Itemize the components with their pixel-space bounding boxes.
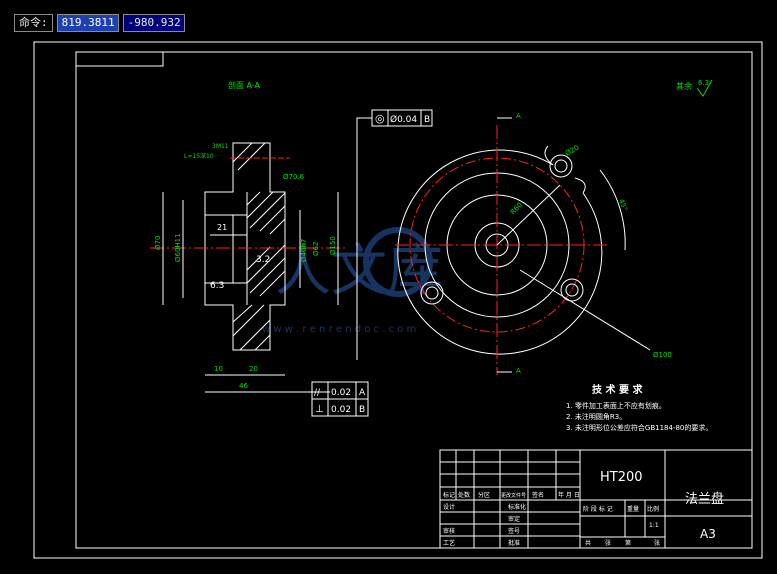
stage-label-1: 重量 xyxy=(627,505,639,513)
stage-label-0: 阶 段 标 记 xyxy=(583,505,613,513)
tb-mid-label-2: 签号 xyxy=(508,527,520,535)
tb-row1-label-3: 更改文件号 xyxy=(501,492,526,499)
dim-d40: Ø40h7 xyxy=(300,239,308,262)
watermark: 人文库 w w w . r e n r e n d o c . c o m xyxy=(262,227,443,335)
stage-label-2: 比例 xyxy=(647,505,659,513)
dim-10: 10 xyxy=(214,365,223,373)
dim-d150: Ø150 xyxy=(329,236,337,255)
tech-req-title: 技 术 要 求 xyxy=(592,383,643,396)
tb-row1-label-2: 分区 xyxy=(478,491,490,499)
dim-20: 20 xyxy=(249,365,258,373)
dim-thread: 3M11 xyxy=(212,143,229,150)
section-mark-top: A xyxy=(516,112,521,120)
dim-d70-6: Ø70.6 xyxy=(283,173,305,181)
parallelism-symbol: // xyxy=(314,388,321,398)
tech-req-item-1: 1. 零件加工表面上不应有划痕。 xyxy=(566,401,666,410)
concentricity-datum: B xyxy=(424,115,430,125)
scale-value: 1:1 xyxy=(649,522,659,529)
tb-row1-label-1: 处数 xyxy=(458,491,470,499)
dim-46: 46 xyxy=(239,382,248,390)
tb-row1-label-5: 年 月 日 xyxy=(558,491,580,499)
tb-row1-label-4: 签名 xyxy=(532,491,544,499)
y-coordinate-field[interactable]: -980.932 xyxy=(122,14,185,32)
concentricity-value: Ø0.04 xyxy=(390,114,417,125)
watermark-url: w w w . r e n r e n d o c . c o m xyxy=(262,324,416,335)
dim-6-3: 6.3 xyxy=(210,281,224,291)
sheet-row-1: 张 xyxy=(605,539,611,547)
tb-mid-label-1: 审定 xyxy=(508,515,520,523)
dim-r20: Ø20 xyxy=(564,144,580,158)
roughness-note: 其余 xyxy=(676,81,692,91)
dim-d70: Ø70 xyxy=(154,236,162,250)
roughness-value: 6.3 xyxy=(698,79,709,87)
sheet-size: A3 xyxy=(700,527,716,541)
section-mark-bottom: A xyxy=(516,367,521,375)
tb-left-label-0: 设计 xyxy=(443,503,455,511)
tech-req-item-3: 3. 未注明形位公差应符合GB1184-80的要求。 xyxy=(566,423,712,432)
part-name: 法兰盘 xyxy=(685,491,724,507)
dim-angle: 45° xyxy=(617,198,629,212)
tb-row1-label-0: 标记 xyxy=(443,491,455,499)
parallelism-datum: A xyxy=(359,388,366,398)
perpendicularity-symbol: ⊥ xyxy=(315,404,324,415)
perpendicularity-datum: B xyxy=(359,405,365,415)
dim-r60: R60 xyxy=(509,201,524,216)
dim-thread-depth: L=15深10 xyxy=(184,152,214,160)
command-bar: 命令: 819.3811 -980.932 xyxy=(14,14,185,32)
dim-d60h: Ø60H11 xyxy=(174,233,182,262)
section-title: 剖面 A-A xyxy=(228,80,261,90)
tb-left-label-1: 审核 xyxy=(443,527,455,535)
concentricity-symbol: ◎ xyxy=(375,112,385,125)
tb-mid-label-0: 标准化 xyxy=(508,503,526,511)
tech-req-item-2: 2. 未注明圆角R3。 xyxy=(566,412,626,421)
dim-3-2: 3.2 xyxy=(256,255,270,265)
x-coordinate-field[interactable]: 819.3811 xyxy=(56,14,119,32)
top-left-code-box xyxy=(75,51,164,67)
dim-r100: Ø100 xyxy=(653,351,672,359)
perpendicularity-value: 0.02 xyxy=(331,405,351,415)
dim-21: 21 xyxy=(217,223,227,232)
dim-d62: Ø62 xyxy=(312,242,320,256)
material: HT200 xyxy=(600,470,643,485)
drawing-canvas[interactable]: 人文库 w w w . r e n r e n d o c . c o m 剖面… xyxy=(0,0,777,574)
command-prompt-label: 命令: xyxy=(14,14,53,32)
sheet-row-2: 第 xyxy=(625,539,631,547)
tb-mid-label-3: 批准 xyxy=(508,539,520,547)
parallelism-value: 0.02 xyxy=(331,388,351,398)
sheet-row-3: 张 xyxy=(654,539,660,547)
tb-left-label-2: 工艺 xyxy=(443,539,455,547)
sheet-row-0: 共 xyxy=(585,539,591,547)
